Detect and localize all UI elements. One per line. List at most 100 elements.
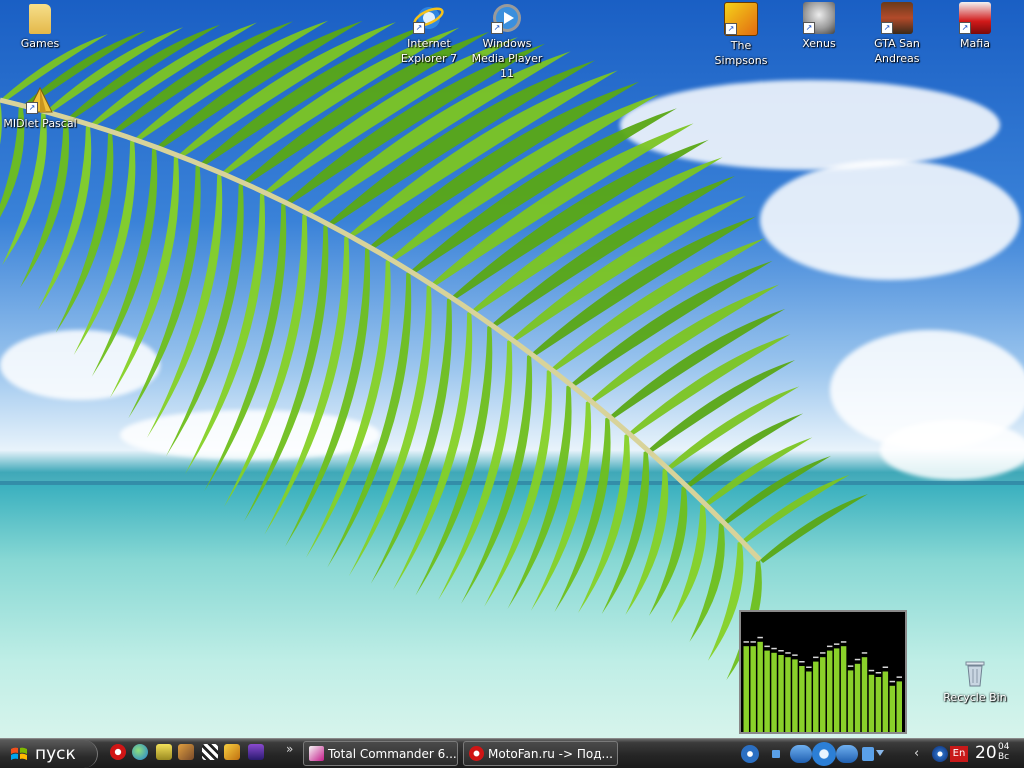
desktop-icon-games[interactable]: Games: [2, 4, 78, 51]
keyboard-icon[interactable]: [156, 744, 172, 760]
desktop-icon-midlet-pascal[interactable]: ↗ MIDlet Pascal: [2, 86, 78, 131]
spectrum-peak: [861, 652, 868, 654]
spectrum-peak: [840, 641, 847, 643]
mafia-game-icon: ↗: [959, 2, 991, 34]
spyware-icon[interactable]: [202, 744, 218, 760]
shortcut-arrow-icon: ↗: [725, 23, 737, 35]
total-commander-icon: [309, 746, 324, 761]
spectrum-peak: [854, 658, 861, 661]
spectrum-bar: [820, 657, 826, 732]
start-button[interactable]: пуск: [0, 740, 98, 768]
desktop-icon-gta-san-andreas[interactable]: ↗ GTA San Andreas: [859, 2, 935, 66]
desktop-icon-label: Xenus: [802, 37, 836, 50]
taskbar: пуск » Total Commander 6... MotoFan.ru -…: [0, 738, 1024, 768]
spectrum-peak: [847, 665, 854, 667]
desktop-icon-label: Recycle Bin: [943, 691, 1007, 704]
spectrum-peak: [785, 652, 791, 654]
audio-visualizer-widget[interactable]: [739, 610, 907, 734]
desktop-icon-label: Internet Explorer 7: [400, 37, 458, 65]
floppy-icon[interactable]: [248, 744, 264, 760]
player-play-icon[interactable]: [741, 745, 759, 763]
spectrum-bar: [757, 641, 763, 732]
shortcut-arrow-icon: ↗: [413, 22, 425, 34]
folder-icon: [29, 4, 51, 34]
spectrum-peak: [750, 641, 756, 643]
flash-icon[interactable]: [224, 744, 240, 760]
player-pause-icon[interactable]: [812, 742, 836, 766]
spectrum-peak: [889, 680, 896, 683]
spectrum-peak: [813, 656, 819, 659]
spectrum-bar: [896, 681, 902, 732]
globe-icon[interactable]: [132, 744, 148, 760]
spectrum-peak: [792, 654, 798, 656]
spectrum-bar: [750, 646, 756, 732]
system-tray: ‹ En 20 04 Вс: [912, 739, 1024, 769]
desktop-icon-label: Mafia: [960, 37, 990, 50]
language-indicator[interactable]: En: [950, 746, 968, 762]
desktop-icon-windows-media-player[interactable]: ↗ Windows Media Player 11: [469, 2, 545, 81]
spectrum-bar: [826, 650, 833, 732]
player-stop-icon[interactable]: [772, 750, 780, 758]
tray-expand-chevron-icon[interactable]: ‹: [914, 746, 930, 762]
player-volume-icon[interactable]: [862, 747, 874, 761]
spectrum-bar: [792, 659, 798, 732]
desktop-icon-label: The Simpsons: [714, 39, 768, 67]
quick-launch-chevron[interactable]: »: [286, 742, 293, 756]
spectrum-bar: [813, 661, 819, 732]
desktop-icon-label: Games: [20, 37, 60, 50]
spectrum-peak: [771, 647, 777, 650]
spectrum-bar: [875, 677, 882, 732]
spectrum-peak: [875, 672, 882, 674]
spectrum-peak: [799, 661, 805, 663]
desktop-icon-internet-explorer[interactable]: ↗ Internet Explorer 7: [391, 2, 467, 66]
desktop-icon-label: MIDlet Pascal: [3, 117, 77, 130]
trash-can-icon: [965, 661, 985, 687]
player-previous-icon[interactable]: [790, 745, 812, 763]
spectrum-bar: [861, 657, 868, 732]
midlet-pascal-icon: ↗: [26, 86, 54, 114]
spectrum-peak: [833, 643, 840, 645]
xenus-game-icon: ↗: [803, 2, 835, 34]
media-player-toolbar: [738, 741, 910, 767]
spectrum-bar: [868, 674, 875, 732]
desktop-icon-xenus[interactable]: ↗ Xenus: [781, 2, 857, 51]
shortcut-arrow-icon: ↗: [959, 22, 971, 34]
spectrum-bar: [847, 670, 854, 732]
spectrum-peak: [820, 652, 826, 654]
network-status-icon[interactable]: [932, 746, 948, 762]
spectrum-bar: [833, 648, 840, 732]
player-menu-chevron-icon[interactable]: [876, 750, 884, 758]
shortcut-arrow-icon: ↗: [803, 22, 815, 34]
simpsons-game-icon: ↗: [724, 2, 758, 36]
opera-icon: [469, 746, 484, 761]
spectrum-bar: [743, 646, 749, 732]
spectrum-peak: [826, 645, 833, 648]
opera-icon[interactable]: [110, 744, 126, 760]
clock-day: Вс: [998, 752, 1010, 762]
spectrum-bar: [854, 663, 861, 732]
desktop-icon-the-simpsons[interactable]: ↗ The Simpsons: [703, 2, 779, 68]
spectrum-peak: [764, 645, 770, 648]
spectrum-bar: [771, 652, 777, 732]
shortcut-arrow-icon: ↗: [26, 102, 38, 114]
spectrum-bar: [764, 650, 770, 732]
spectrum-bar: [785, 657, 791, 732]
clock-hour[interactable]: 20: [975, 742, 997, 764]
player-next-icon[interactable]: [836, 745, 858, 763]
desktop-icon-mafia[interactable]: ↗ Mafia: [937, 2, 1013, 51]
spectrum-bars: [743, 636, 902, 732]
task-label: MotoFan.ru -> Под...: [488, 747, 613, 761]
taskbar-task-total-commander[interactable]: Total Commander 6...: [303, 741, 458, 766]
spectrum-bar: [889, 685, 896, 732]
spectrum-bar: [778, 655, 784, 732]
taskbar-task-motofan[interactable]: MotoFan.ru -> Под...: [463, 741, 618, 766]
start-label: пуск: [35, 744, 76, 764]
desktop-icon-recycle-bin[interactable]: Recycle Bin: [937, 658, 1013, 705]
clock-minute: 04: [998, 742, 1010, 752]
spectrum-peak: [806, 666, 812, 668]
network-icon[interactable]: [178, 744, 194, 760]
spectrum-peak: [778, 650, 784, 652]
shortcut-arrow-icon: ↗: [881, 22, 893, 34]
spectrum-peak: [882, 666, 889, 668]
clock-minute-and-day[interactable]: 04 Вс: [998, 742, 1009, 762]
